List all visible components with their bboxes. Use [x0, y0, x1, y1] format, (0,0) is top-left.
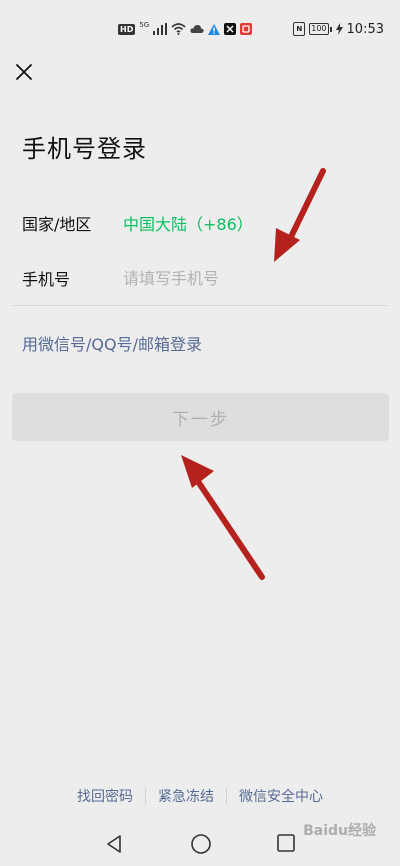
phone-row: 手机号 [22, 266, 388, 290]
status-right: N 100 10:53 [293, 20, 384, 38]
close-icon [16, 64, 32, 80]
back-icon[interactable] [104, 834, 124, 854]
network-type-label: 5G [139, 21, 150, 29]
home-icon[interactable] [190, 833, 212, 855]
cloud-icon [190, 25, 204, 33]
footer-links: 找回密码 紧急冻结 微信安全中心 [0, 786, 400, 806]
wifi-icon [171, 23, 186, 35]
app-notification-icon [240, 23, 253, 35]
hd-badge: HD [118, 23, 136, 35]
battery-level: 100 [309, 23, 329, 35]
watermark: Baidu经验 [303, 823, 376, 839]
divider [12, 305, 388, 306]
capcut-icon [224, 23, 237, 35]
region-row[interactable]: 国家/地区 中国大陆（+86） [22, 211, 388, 235]
region-selector[interactable]: 中国大陆（+86） [123, 211, 253, 235]
alt-login-link[interactable]: 用微信号/QQ号/邮箱登录 [22, 331, 202, 355]
alert-icon [208, 23, 221, 35]
status-icons: HD 5G [118, 21, 253, 36]
emergency-freeze-link[interactable]: 紧急冻结 [146, 786, 226, 806]
phone-label: 手机号 [22, 270, 71, 289]
recent-apps-icon[interactable] [277, 834, 295, 852]
security-center-link[interactable]: 微信安全中心 [227, 786, 335, 806]
clock: 10:53 [346, 21, 384, 37]
next-button[interactable]: 下一步 [12, 393, 389, 441]
signal-icon [153, 23, 168, 35]
phone-input[interactable] [123, 268, 343, 288]
status-bar: HD 5G N 100 10:53 [0, 0, 400, 40]
battery-icon: 100 [309, 23, 332, 35]
close-button[interactable] [12, 60, 36, 84]
charging-icon [335, 23, 343, 35]
nfc-icon: N [293, 22, 306, 36]
arrow-to-next-button [181, 455, 265, 580]
region-label: 国家/地区 [22, 215, 92, 234]
page-title: 手机号登录 [22, 135, 147, 163]
recover-password-link[interactable]: 找回密码 [65, 786, 145, 806]
